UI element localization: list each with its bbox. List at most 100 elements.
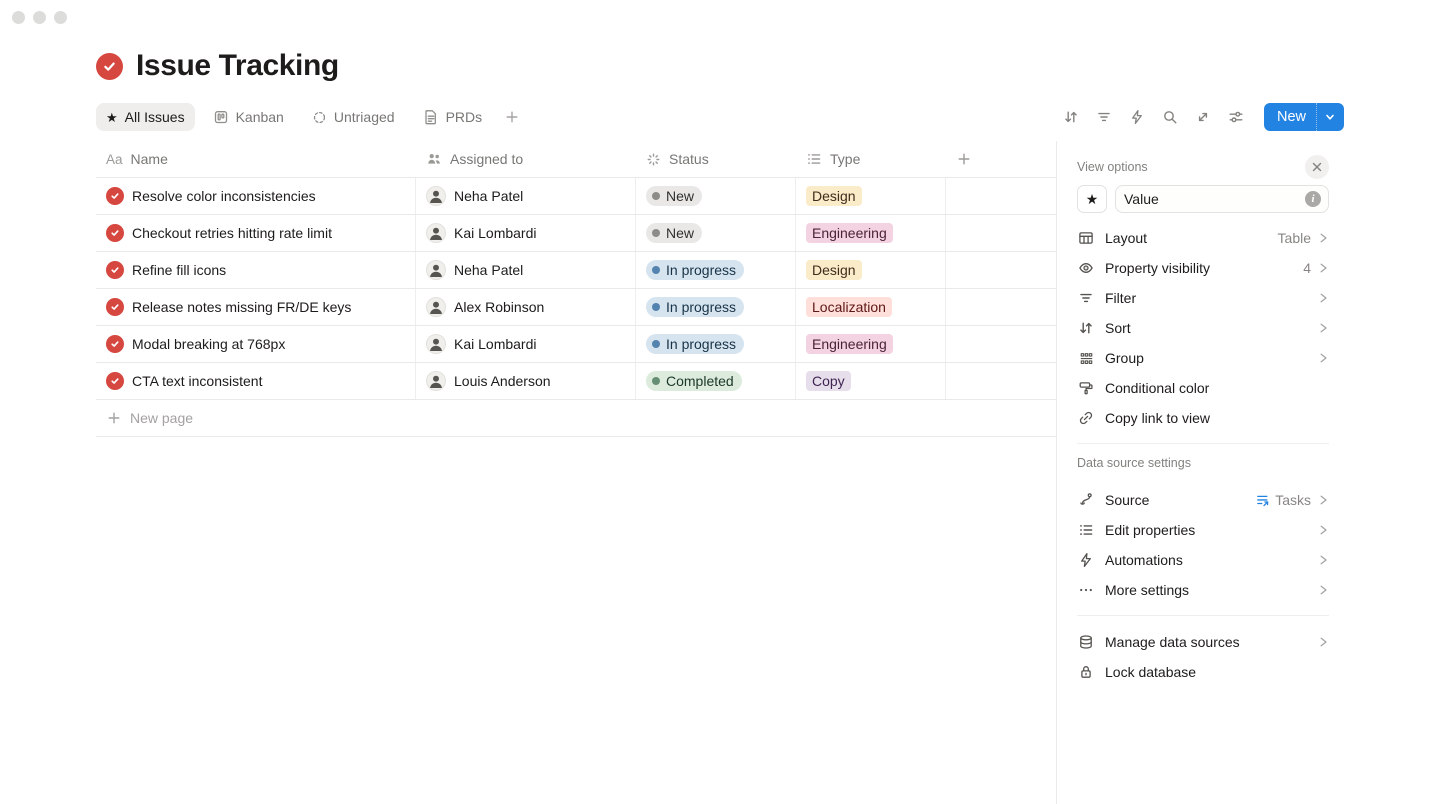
- avatar: [426, 334, 446, 354]
- menu-item-label: Filter: [1105, 290, 1311, 306]
- table-row: Refine fill icons Neha Patel In progress De…: [96, 252, 1056, 289]
- group-icon: [1079, 351, 1094, 366]
- view-tab-all-issues[interactable]: ★All Issues: [96, 103, 195, 131]
- cell-assigned-to[interactable]: Louis Anderson: [416, 363, 636, 399]
- cell-status[interactable]: New: [636, 178, 796, 214]
- assignee-name: Neha Patel: [454, 188, 523, 204]
- cell-status[interactable]: In progress: [636, 326, 796, 362]
- settings-sliders-icon[interactable]: [1223, 104, 1250, 131]
- cell-type[interactable]: Design: [796, 252, 946, 288]
- cell-empty[interactable]: [946, 178, 1056, 214]
- chevron-right-icon: [1317, 636, 1329, 648]
- cell-name[interactable]: Release notes missing FR/DE keys: [96, 289, 416, 325]
- chevron-right-icon: [1317, 554, 1329, 566]
- sort-icon[interactable]: [1058, 104, 1085, 131]
- menu-item-filter[interactable]: Filter: [1077, 283, 1329, 313]
- view-name-input[interactable]: [1124, 191, 1305, 207]
- info-icon[interactable]: i: [1305, 191, 1321, 207]
- check-badge-icon: [106, 372, 124, 390]
- menu-item-sort[interactable]: Sort: [1077, 313, 1329, 343]
- chevron-right-icon: [1317, 232, 1329, 244]
- source-icon: [1078, 492, 1094, 508]
- new-page-row[interactable]: New page: [96, 400, 1056, 437]
- tab-bar: ★All Issues Kanban Untriaged PRDs New: [96, 103, 1344, 131]
- avatar: [426, 260, 446, 280]
- cell-empty[interactable]: [946, 363, 1056, 399]
- cell-type[interactable]: Localization: [796, 289, 946, 325]
- cell-assigned-to[interactable]: Neha Patel: [416, 252, 636, 288]
- cell-name[interactable]: Resolve color inconsistencies: [96, 178, 416, 214]
- cell-status[interactable]: New: [636, 215, 796, 251]
- view-tab-prds[interactable]: PRDs: [413, 103, 493, 131]
- window-close-button[interactable]: [12, 11, 25, 24]
- menu-item-value: Tasks: [1255, 492, 1311, 508]
- status-badge: New: [646, 186, 702, 206]
- search-icon[interactable]: [1157, 104, 1184, 131]
- assignee-name: Neha Patel: [454, 262, 523, 278]
- cell-type[interactable]: Engineering: [796, 326, 946, 362]
- menu-item-edit-properties[interactable]: Edit properties: [1077, 515, 1329, 545]
- automations-icon[interactable]: [1124, 104, 1151, 131]
- menu-item-label: Property visibility: [1105, 260, 1303, 276]
- add-view-button[interactable]: [500, 105, 524, 129]
- cell-name[interactable]: Checkout retries hitting rate limit: [96, 215, 416, 251]
- menu-item-lock-database[interactable]: Lock database: [1077, 657, 1329, 687]
- cell-name[interactable]: CTA text inconsistent: [96, 363, 416, 399]
- favorite-view-button[interactable]: ★: [1077, 185, 1107, 213]
- chevron-right-icon: [1317, 292, 1329, 304]
- status-label: In progress: [666, 262, 736, 278]
- expand-icon[interactable]: [1190, 104, 1217, 131]
- cell-assigned-to[interactable]: Kai Lombardi: [416, 215, 636, 251]
- chevron-down-icon[interactable]: [1316, 103, 1344, 131]
- cell-type[interactable]: Copy: [796, 363, 946, 399]
- cell-assigned-to[interactable]: Alex Robinson: [416, 289, 636, 325]
- menu-item-more-settings[interactable]: More settings: [1077, 575, 1329, 605]
- filter-icon[interactable]: [1091, 104, 1118, 131]
- close-icon[interactable]: [1305, 155, 1329, 179]
- window-zoom-button[interactable]: [54, 11, 67, 24]
- lock-icon: [1078, 664, 1094, 680]
- page-title[interactable]: Issue Tracking: [136, 49, 339, 83]
- cell-type[interactable]: Engineering: [796, 215, 946, 251]
- menu-item-layout[interactable]: LayoutTable: [1077, 223, 1329, 253]
- avatar: [426, 371, 446, 391]
- type-tag: Design: [806, 186, 862, 206]
- column-header-type[interactable]: Type: [796, 141, 946, 177]
- menu-item-conditional-color[interactable]: Conditional color: [1077, 373, 1329, 403]
- menu-item-copy-link-to-view[interactable]: Copy link to view: [1077, 403, 1329, 433]
- view-tab-kanban[interactable]: Kanban: [203, 103, 294, 131]
- cell-empty[interactable]: [946, 326, 1056, 362]
- column-header-assigned-to[interactable]: Assigned to: [416, 141, 636, 177]
- menu-item-manage-data-sources[interactable]: Manage data sources: [1077, 627, 1329, 657]
- cell-name[interactable]: Refine fill icons: [96, 252, 416, 288]
- cell-status[interactable]: Completed: [636, 363, 796, 399]
- issue-title: CTA text inconsistent: [132, 373, 262, 389]
- people-icon: [426, 151, 442, 167]
- window-minimize-button[interactable]: [33, 11, 46, 24]
- column-header-label: Name: [131, 151, 168, 167]
- new-button[interactable]: New: [1264, 103, 1344, 131]
- cell-status[interactable]: In progress: [636, 252, 796, 288]
- column-header-label: Type: [830, 151, 860, 167]
- status-label: New: [666, 225, 694, 241]
- view-tab-untriaged[interactable]: Untriaged: [302, 103, 405, 131]
- cell-type[interactable]: Design: [796, 178, 946, 214]
- cell-status[interactable]: In progress: [636, 289, 796, 325]
- menu-item-automations[interactable]: Automations: [1077, 545, 1329, 575]
- cell-empty[interactable]: [946, 215, 1056, 251]
- cell-name[interactable]: Modal breaking at 768px: [96, 326, 416, 362]
- cell-assigned-to[interactable]: Kai Lombardi: [416, 326, 636, 362]
- column-header-name[interactable]: AaName: [96, 141, 416, 177]
- menu-item-property-visibility[interactable]: Property visibility4: [1077, 253, 1329, 283]
- automations-icon: [1078, 552, 1094, 568]
- cell-empty[interactable]: [946, 289, 1056, 325]
- filter-icon: [1078, 290, 1094, 306]
- table-row: Release notes missing FR/DE keysAlex Rob…: [96, 289, 1056, 326]
- menu-item-group[interactable]: Group: [1077, 343, 1329, 373]
- menu-item-source[interactable]: SourceTasks: [1077, 485, 1329, 515]
- panel-menu: LayoutTableProperty visibility4 Filter Sor…: [1077, 223, 1329, 687]
- column-header-status[interactable]: Status: [636, 141, 796, 177]
- cell-assigned-to[interactable]: Neha Patel: [416, 178, 636, 214]
- add-column-button[interactable]: [946, 141, 1056, 177]
- cell-empty[interactable]: [946, 252, 1056, 288]
